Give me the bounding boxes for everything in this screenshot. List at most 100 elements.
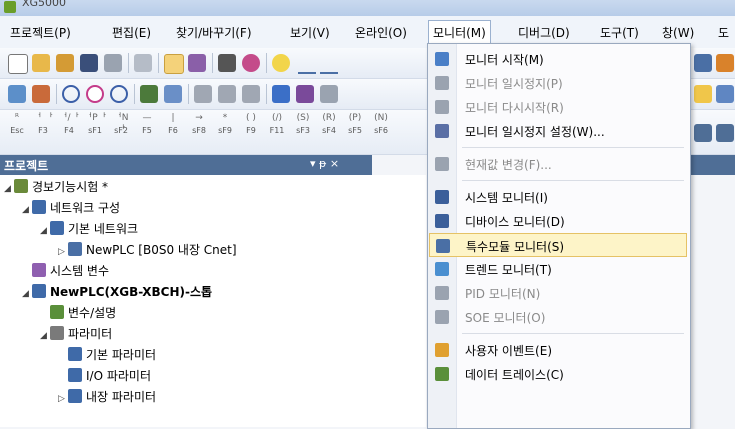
tree-item[interactable]: ▷ NewPLC [B0S0 내장 Cnet] [58,240,237,260]
menu-item-system-monitor[interactable]: 시스템 모니터(I) [429,185,687,209]
online-edit-icon[interactable] [218,85,236,103]
undo-icon[interactable] [298,54,316,74]
function-key-3[interactable]: ᅥPᅡ sF1 [84,112,106,138]
function-key-0[interactable]: ᴿ Esc [6,112,28,138]
function-key-10[interactable]: (/) F11 [266,112,288,138]
tree-expander-icon[interactable]: ◢ [40,221,50,241]
ladder-zoom-icon[interactable] [716,124,734,142]
menu-item-special-module-monitor[interactable]: 특수모듈 모니터(S) [429,233,687,257]
menu-project[interactable]: 프로젝트(P) [10,24,71,41]
ladder-view-icon[interactable] [694,124,712,142]
menu-item-data-trace[interactable]: 데이터 트레이스(C) [429,362,687,386]
function-key-13[interactable]: (P) sF5 [344,112,366,138]
function-key-2[interactable]: ᅥ/ᅡ F4 [58,112,80,138]
function-key-1[interactable]: ᅥ ᅡ F3 [32,112,54,138]
menu-item-monitor-restart: 모니터 다시시작(R) [429,95,687,119]
menu-item-monitor-start[interactable]: 모니터 시작(M) [429,47,687,71]
disconnect-icon[interactable] [188,54,206,72]
function-key-12[interactable]: (R) sF4 [318,112,340,138]
open-project-icon[interactable] [56,54,74,72]
tree-item[interactable]: ◢ 네트워크 구성 [22,198,120,218]
io-parameter-icon [68,368,82,382]
function-key-4[interactable]: ᅥNᅡ sF2 [110,112,132,138]
menu-item-label: 모니터 일시정지 설정(W)... [465,125,605,139]
tree-item[interactable]: I/O 파라미터 [58,366,151,386]
menu-monitor[interactable]: 모니터(M) [428,20,491,45]
tree-expander-icon[interactable]: ◢ [40,326,50,346]
tree-expander-icon[interactable]: ◢ [4,179,14,199]
function-key-6[interactable]: | F6 [162,112,184,138]
menu-tools[interactable]: 도구(T) [600,24,639,41]
menu-item-pause-settings[interactable]: 모니터 일시정지 설정(W)... [429,119,687,143]
redo-icon[interactable] [320,54,338,74]
function-key-14[interactable]: (N) sF6 [370,112,392,138]
settings-toolbar-icon[interactable] [716,85,734,103]
plc-info-icon[interactable] [272,85,290,103]
plc-clear-icon[interactable] [320,85,338,103]
menu-item-change-value: 현재값 변경(F)... [429,152,687,176]
connect-icon[interactable] [164,54,184,74]
function-key-label: F9 [246,126,256,135]
tree-item[interactable]: 기본 파라미터 [58,345,156,365]
read-plc-icon[interactable] [164,85,182,103]
function-key-label: sF1 [88,126,102,135]
menu-view[interactable]: 보기(V) [290,24,330,41]
panel-pin-controls[interactable]: ▾ ᵽ × [310,157,339,170]
print-preview-icon[interactable] [134,54,152,72]
new-file-icon[interactable] [8,54,28,74]
run-icon[interactable] [242,54,260,72]
function-key-symbol: (R) [322,113,336,123]
binoculars-icon[interactable] [694,54,712,72]
print-icon[interactable] [104,54,122,72]
menu-item-label: 모니터 시작(M) [465,53,544,67]
replace-icon[interactable] [716,54,734,72]
menu-online[interactable]: 온라인(O) [355,24,407,41]
tree-item[interactable]: ◢ NewPLC(XGB-XBCH)-스톱 [22,282,212,302]
compare-icon[interactable] [194,85,212,103]
help-icon[interactable] [272,54,290,72]
network-toolbar-icon[interactable] [32,85,50,103]
title-bar: XG5000 [0,0,735,16]
function-key-symbol: ( ) [246,113,256,123]
menu-item-label: 모니터 일시정지(P) [465,77,563,91]
tree-item[interactable]: 시스템 변수 [22,261,109,281]
tree-expander-icon[interactable]: ▷ [58,389,68,409]
function-key-symbol: ᴿ [15,113,19,123]
builtin-parameter-icon [68,389,82,403]
function-key-8[interactable]: * sF9 [214,112,236,138]
stop-mode-icon[interactable] [86,85,104,103]
function-key-label: sF5 [348,126,362,135]
plc-history-icon[interactable] [296,85,314,103]
function-key-9[interactable]: ( ) F9 [240,112,262,138]
menu-debug[interactable]: 디버그(D) [518,24,570,41]
stop-icon[interactable] [218,54,236,72]
menu-edit[interactable]: 편집(E) [112,24,151,41]
tree-item[interactable]: ▷ 내장 파라미터 [58,387,156,407]
tree-item[interactable]: ◢ 경보기능시험 * [4,177,108,197]
function-key-5[interactable]: — F5 [136,112,158,138]
tree-expander-icon[interactable]: ◢ [22,284,32,304]
open-folder-icon[interactable] [32,54,50,72]
tree-item[interactable]: ◢ 파라미터 [40,324,112,344]
monitor-toolbar-icon[interactable] [8,85,26,103]
tree-item[interactable]: ◢ 기본 네트워크 [40,219,138,239]
menu-help-partial[interactable]: 도 [718,24,729,41]
menu-find-replace[interactable]: 찾기/바꾸기(F) [176,24,252,41]
menu-item-trend-monitor[interactable]: 트렌드 모니터(T) [429,257,687,281]
function-key-11[interactable]: (S) sF3 [292,112,314,138]
edit-toolbar-icon[interactable] [694,85,712,103]
run-mode-icon[interactable] [62,85,80,103]
function-key-symbol: | [171,113,175,123]
system-variable-icon [32,263,46,277]
tree-item[interactable]: 변수/설명 [40,303,116,323]
write-plc-icon[interactable] [140,85,158,103]
tree-expander-icon[interactable]: ◢ [22,200,32,220]
function-key-7[interactable]: → sF8 [188,112,210,138]
save-icon[interactable] [80,54,98,72]
tree-expander-icon[interactable]: ▷ [58,242,68,262]
online-edit-end-icon[interactable] [242,85,260,103]
menu-item-user-event[interactable]: 사용자 이벤트(E) [429,338,687,362]
menu-item-device-monitor[interactable]: 디바이스 모니터(D) [429,209,687,233]
pause-mode-icon[interactable] [110,85,128,103]
menu-window[interactable]: 창(W) [662,24,694,41]
